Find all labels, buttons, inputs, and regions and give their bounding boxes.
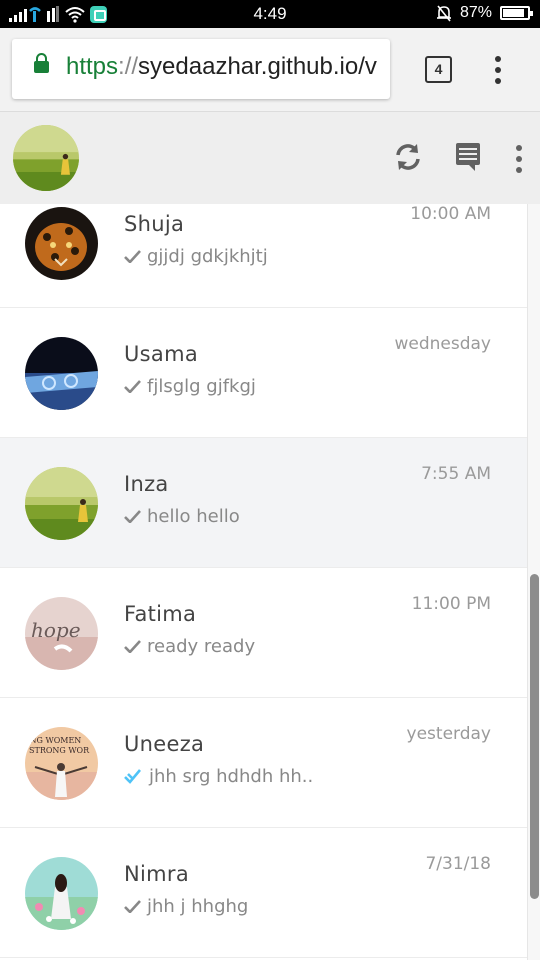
chat-name: Usama — [124, 342, 199, 366]
chat-item-uneeza[interactable]: ONG WOMEN STRONG WOR Uneeza jhh srg hdhd… — [0, 698, 527, 828]
app-header — [0, 112, 540, 204]
address-bar[interactable]: https://syedaazhar.github.io/v — [12, 39, 390, 99]
avatar — [25, 467, 98, 540]
scrollbar-thumb[interactable] — [530, 574, 539, 899]
url-scheme: https — [66, 53, 119, 80]
battery-icon — [500, 6, 533, 20]
chat-list-scrollbar[interactable] — [527, 204, 540, 960]
profile-avatar[interactable] — [13, 125, 79, 191]
chat-time: 10:00 AM — [410, 204, 491, 224]
chat-name: Fatima — [124, 602, 197, 626]
chat-message: jhh j hhghg — [147, 896, 249, 917]
avatar — [25, 337, 98, 410]
chat-name: Inza — [124, 472, 169, 496]
browser-menu-icon[interactable] — [495, 56, 501, 84]
chat-item-fatima[interactable]: hope Fatima ready ready 11:00 PM — [0, 568, 527, 698]
chat-item-nimra[interactable]: Nimra jhh j hhghg 7/31/18 — [0, 828, 527, 958]
chat-preview: gjjdj gdkjkhjtj — [124, 246, 268, 267]
chat-preview: ready ready — [124, 636, 255, 657]
chat-time: 7:55 AM — [421, 464, 491, 484]
chat-preview: jhh j hhghg — [124, 896, 248, 917]
avatar — [25, 857, 98, 930]
chat-preview: jhh srg hdhdh hh.. — [124, 766, 313, 787]
status-right-icons: 87% — [436, 4, 533, 22]
chat-item-inza[interactable]: Inza hello hello 7:55 AM — [0, 438, 527, 568]
chat-name: Uneeza — [124, 732, 205, 756]
lock-icon — [34, 53, 49, 73]
chat-message: gjjdj gdkjkhjtj — [147, 246, 268, 267]
more-vertical-icon[interactable] — [516, 145, 522, 173]
chat-list: Shuja gjjdj gdkjkhjtj 10:00 AM Usama fjl… — [0, 204, 527, 960]
chat-name: Nimra — [124, 862, 190, 886]
status-bar: 4:49 87% — [0, 0, 540, 28]
avatar-text: hope — [31, 618, 81, 642]
mute-bell-icon — [436, 5, 451, 22]
tab-switcher-button[interactable]: 4 — [425, 56, 452, 83]
chat-preview: hello hello — [124, 506, 240, 527]
battery-percent: 87% — [459, 4, 492, 21]
new-chat-icon[interactable] — [455, 142, 481, 172]
chat-message: fjlsglg gjfkgj — [147, 376, 256, 397]
sent-check-icon — [124, 900, 141, 913]
avatar — [25, 207, 98, 280]
chat-message: ready ready — [147, 636, 256, 657]
chat-item-usama[interactable]: Usama fjlsglg gjfkgj wednesday — [0, 308, 527, 438]
chat-message: jhh srg hdhdh hh.. — [149, 766, 314, 787]
sent-check-icon — [124, 250, 141, 263]
sent-check-icon — [124, 640, 141, 653]
sent-check-icon — [124, 510, 141, 523]
chat-time: wednesday — [394, 334, 491, 354]
url-host: syedaazhar.github.io/v — [138, 53, 377, 80]
chat-time: 11:00 PM — [411, 594, 491, 614]
sent-check-icon — [124, 380, 141, 393]
browser-toolbar: https://syedaazhar.github.io/v 4 — [0, 28, 540, 112]
refresh-icon[interactable] — [393, 142, 423, 172]
avatar-text-line-2: STRONG WOR — [29, 746, 90, 755]
chat-time: 7/31/18 — [425, 854, 491, 874]
chat-name: Shuja — [124, 212, 185, 236]
chat-time: yesterday — [406, 724, 491, 744]
avatar: ONG WOMEN STRONG WOR — [25, 727, 98, 800]
chat-item-shuja[interactable]: Shuja gjjdj gdkjkhjtj 10:00 AM — [0, 204, 527, 308]
avatar: hope — [25, 597, 98, 670]
chat-message: hello hello — [147, 506, 240, 527]
avatar-text-line-1: ONG WOMEN — [25, 736, 81, 745]
url-text: https://syedaazhar.github.io/v — [66, 53, 377, 81]
chat-preview: fjlsglg gjfkgj — [124, 376, 256, 397]
read-double-check-icon — [124, 769, 141, 784]
url-separator: :// — [118, 53, 139, 80]
